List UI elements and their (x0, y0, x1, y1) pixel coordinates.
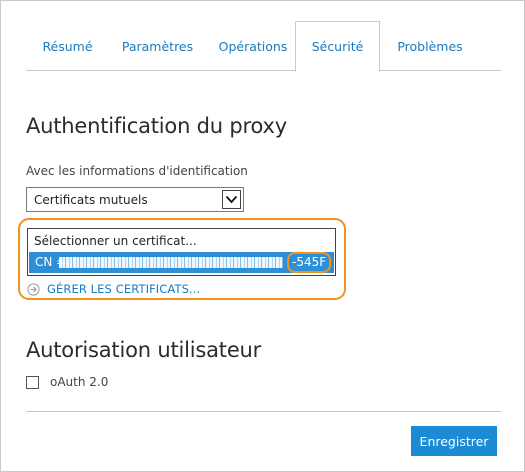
tab-bar: Résumé Paramètres Opérations Sécurité Pr… (26, 21, 501, 72)
credentials-select[interactable]: Certificats mutuels (26, 187, 244, 212)
save-button[interactable]: Enregistrer (411, 426, 497, 456)
user-authorization-title: Autorisation utilisateur (26, 338, 262, 362)
oauth-checkbox[interactable] (26, 375, 39, 389)
tab-operations[interactable]: Opérations (206, 21, 300, 71)
certificate-option-selected[interactable]: CN = -545F (29, 252, 334, 273)
manage-certificates-link[interactable]: GÉRER LES CERTIFICATS... (27, 282, 200, 296)
chevron-down-icon[interactable] (222, 190, 241, 209)
certificate-name-redacted (59, 257, 283, 268)
certificate-suffix: -545F (292, 255, 327, 269)
security-panel: Résumé Paramètres Opérations Sécurité Pr… (0, 0, 525, 472)
footer-divider (26, 411, 501, 412)
manage-certificates-label[interactable]: GÉRER LES CERTIFICATS... (47, 282, 200, 296)
proxy-auth-title: Authentification du proxy (26, 114, 287, 138)
credentials-label: Avec les informations d'identification (26, 164, 248, 178)
oauth-label[interactable]: oAuth 2.0 (50, 375, 108, 389)
tab-resume[interactable]: Résumé (26, 21, 109, 71)
arrow-right-circle-icon (27, 282, 40, 296)
certificate-list[interactable]: Sélectionner un certificat... CN = -545F (27, 228, 336, 276)
oauth-option: oAuth 2.0 (26, 375, 108, 389)
certificate-option-placeholder[interactable]: Sélectionner un certificat... (34, 234, 197, 248)
tab-parametres[interactable]: Paramètres (109, 21, 206, 71)
tab-problemes[interactable]: Problèmes (380, 21, 480, 71)
tab-securite[interactable]: Sécurité (295, 21, 380, 72)
credentials-select-value: Certificats mutuels (34, 193, 148, 207)
